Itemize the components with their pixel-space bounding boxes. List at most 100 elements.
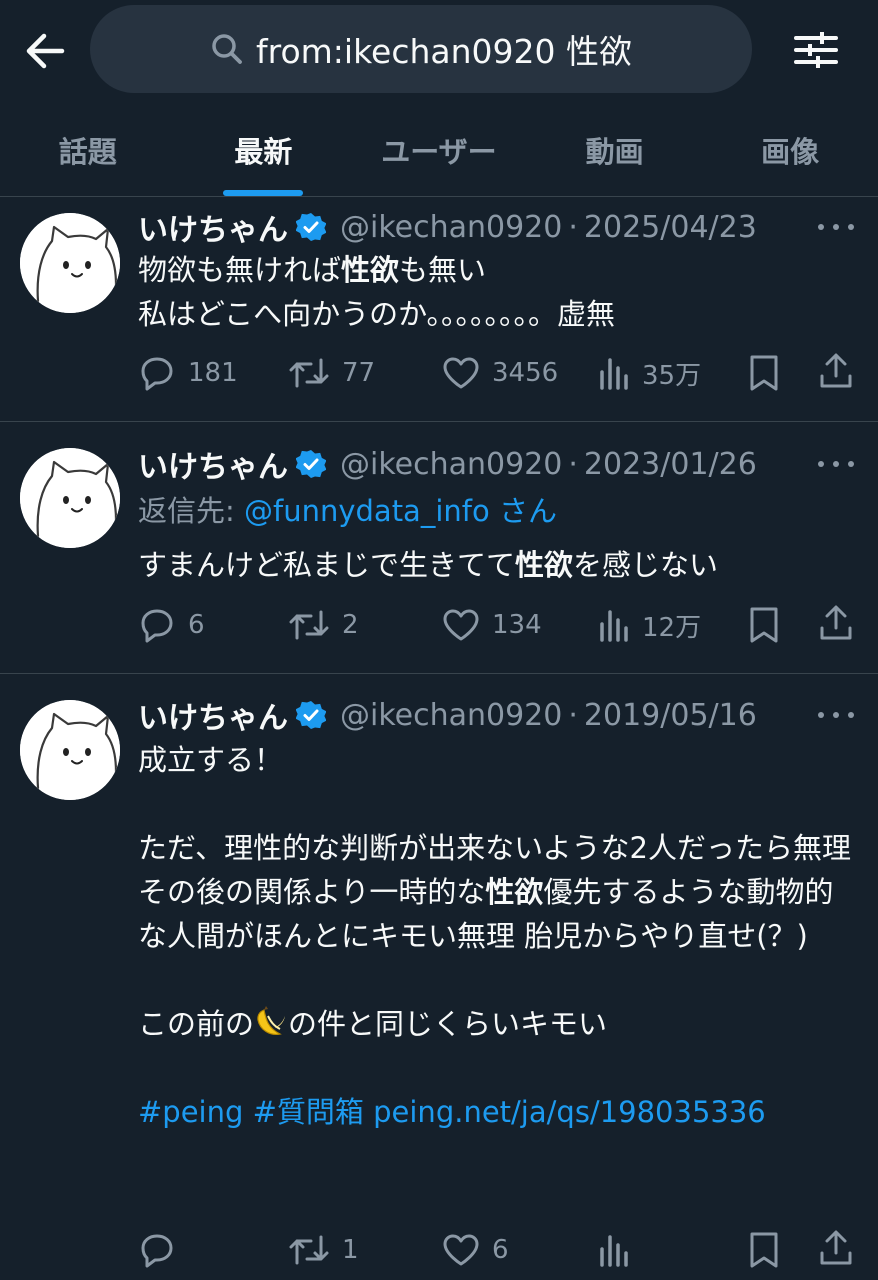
tab-top[interactable]: 話題 — [0, 104, 176, 196]
heart-icon — [443, 357, 479, 389]
reply-button[interactable] — [138, 1225, 188, 1275]
tweet[interactable]: いけちゃん @ikechan0920 · 2025/04/23 物欲も無ければ性… — [0, 197, 878, 421]
retweet-button[interactable]: 77 — [288, 348, 375, 398]
views-button[interactable]: 12万 — [598, 600, 701, 650]
search-input[interactable]: from:ikechan0920 性欲 — [90, 5, 752, 93]
tab-label: 最新 — [234, 135, 293, 169]
retweet-button[interactable]: 2 — [288, 600, 359, 650]
replying-to: 返信先: @funnydata_info さん — [138, 488, 557, 530]
tweet-line: 成立する！ — [138, 743, 284, 777]
back-arrow-icon[interactable] — [22, 28, 68, 74]
tweet-line: #peing #質問箱 peing.net/ja/qs/198035336 — [138, 1090, 858, 1134]
reply-icon — [141, 1234, 173, 1268]
views-icon — [600, 1235, 628, 1267]
bookmark-icon[interactable] — [748, 1231, 780, 1269]
more-options-icon[interactable] — [818, 212, 854, 242]
reply-button[interactable]: 181 — [138, 348, 238, 398]
verified-badge-icon — [296, 701, 326, 729]
tweet-actions: 6 2 134 12万 — [138, 600, 858, 650]
tab-videos[interactable]: 動画 — [527, 104, 703, 196]
retweet-count: 1 — [342, 1235, 359, 1265]
reply-button[interactable]: 6 — [138, 600, 205, 650]
reply-icon — [141, 609, 173, 643]
view-count: 35万 — [642, 360, 702, 391]
username[interactable]: @ikechan0920 — [340, 210, 562, 245]
tweet-actions: 1 6 — [138, 1225, 858, 1275]
tab-label: 話題 — [58, 135, 117, 169]
tab-label: 動画 — [585, 135, 644, 169]
display-name[interactable]: いけちゃん — [138, 442, 288, 486]
timestamp[interactable]: 2023/01/26 — [584, 447, 757, 482]
like-button[interactable]: 6 — [442, 1225, 509, 1275]
filter-icon[interactable] — [792, 28, 840, 72]
search-query: from:ikechan0920 性欲 — [256, 32, 632, 71]
avatar[interactable] — [20, 448, 120, 548]
retweet-count: 2 — [342, 610, 359, 640]
verified-badge-icon — [296, 213, 326, 241]
bookmark-icon[interactable] — [748, 606, 780, 644]
username[interactable]: @ikechan0920 — [340, 698, 562, 733]
tweet-text: 物欲も無ければ性欲も無い 私はどこへ向かうのか。。。。。。。。虚無 — [138, 248, 858, 336]
tweet-text: 成立する！ ただ、理性的な判断が出来ないような2人だったら無理 その後の関係より… — [138, 738, 858, 1134]
retweet-button[interactable]: 1 — [288, 1225, 359, 1275]
tab-latest[interactable]: 最新 — [176, 104, 352, 196]
avatar[interactable] — [20, 213, 120, 313]
separator-dot: · — [568, 697, 578, 733]
heart-icon — [443, 1234, 479, 1266]
tab-images[interactable]: 画像 — [702, 104, 878, 196]
tweet-header: いけちゃん @ikechan0920 · 2023/01/26 — [138, 442, 757, 486]
tab-label: 画像 — [761, 135, 820, 169]
more-options-icon[interactable] — [818, 700, 854, 730]
share-icon[interactable] — [818, 1229, 854, 1267]
replying-to-label: 返信先: — [138, 494, 244, 528]
tweet-actions: 181 77 3456 35万 — [138, 348, 858, 398]
retweet-icon — [289, 610, 329, 640]
retweet-count: 77 — [342, 358, 376, 388]
separator-dot: · — [568, 446, 578, 482]
search-icon — [212, 34, 242, 64]
display-name[interactable]: いけちゃん — [138, 205, 288, 249]
retweet-icon — [289, 1235, 329, 1265]
highlight-keyword: 性欲 — [515, 548, 574, 582]
tweet-line: すまんけど私まじで生きてて性欲を感じない — [138, 548, 719, 582]
tab-people[interactable]: ユーザー — [351, 104, 527, 196]
like-count: 3456 — [492, 358, 559, 388]
highlight-keyword: 性欲 — [341, 253, 400, 287]
tweet[interactable]: いけちゃん @ikechan0920 · 2019/05/16 成立する！ ただ… — [0, 674, 878, 1280]
tweet-line: その後の関係より一時的な性欲優先するような動物的な人間がほんとにキモい無理 胎児… — [138, 875, 834, 953]
display-name[interactable]: いけちゃん — [138, 693, 288, 737]
share-icon[interactable] — [818, 604, 854, 642]
like-button[interactable]: 3456 — [442, 348, 558, 398]
retweet-icon — [289, 358, 329, 388]
like-count: 134 — [492, 610, 542, 640]
tweet-line: ただ、理性的な判断が出来ないような2人だったら無理 — [138, 831, 852, 865]
search-tabs: 話題 最新 ユーザー 動画 画像 — [0, 104, 878, 196]
tweet-line: 私はどこへ向かうのか。。。。。。。。虚無 — [138, 297, 616, 331]
tweet-header: いけちゃん @ikechan0920 · 2019/05/16 — [138, 693, 757, 737]
bookmark-icon[interactable] — [748, 354, 780, 392]
username[interactable]: @ikechan0920 — [340, 447, 562, 482]
reply-icon — [141, 357, 173, 391]
tweet[interactable]: いけちゃん @ikechan0920 · 2023/01/26 返信先: @fu… — [0, 422, 878, 673]
like-button[interactable]: 134 — [442, 600, 542, 650]
timestamp[interactable]: 2025/04/23 — [584, 210, 757, 245]
highlight-keyword: 性欲 — [485, 875, 544, 909]
like-count: 6 — [492, 1235, 509, 1265]
tweet-header: いけちゃん @ikechan0920 · 2025/04/23 — [138, 205, 757, 249]
heart-icon — [443, 609, 479, 641]
mention-link[interactable]: @funnydata_info さん — [244, 494, 557, 528]
views-icon — [600, 610, 628, 642]
views-button[interactable]: 35万 — [598, 348, 701, 398]
hashtag-link[interactable]: #peing #質問箱 peing.net/ja/qs/198035336 — [138, 1095, 766, 1129]
views-button[interactable] — [598, 1225, 642, 1275]
avatar[interactable] — [20, 700, 120, 800]
banana-emoji-icon — [257, 1006, 286, 1035]
share-icon[interactable] — [818, 352, 854, 390]
reply-count: 6 — [188, 610, 205, 640]
tweet-line: この前の の件と同じくらいキモい — [138, 1002, 858, 1046]
more-options-icon[interactable] — [818, 449, 854, 479]
tweet-line: 物欲も無ければ性欲も無い — [138, 253, 487, 287]
verified-badge-icon — [296, 450, 326, 478]
timestamp[interactable]: 2019/05/16 — [584, 698, 757, 733]
view-count: 12万 — [642, 612, 702, 643]
